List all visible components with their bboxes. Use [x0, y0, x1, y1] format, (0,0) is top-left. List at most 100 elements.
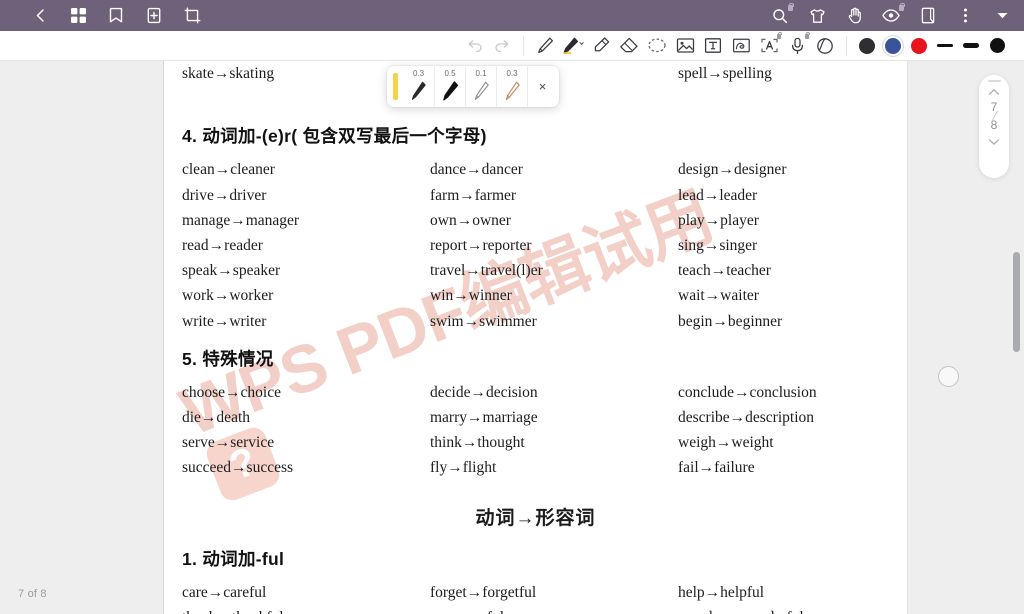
dropdown-caret-icon[interactable] [992, 6, 1012, 26]
vertical-scrollbar-thumb[interactable] [1013, 252, 1020, 352]
text-row: read→reader report→reporter sing→singer [182, 233, 889, 258]
insert-image-tool[interactable] [671, 33, 699, 59]
term-pair: wait→waiter [678, 287, 759, 305]
term-pair: die→death [182, 409, 251, 427]
vertical-scrollbar-track[interactable] [1013, 61, 1022, 614]
line-width-thick-button[interactable] [984, 33, 1010, 59]
lock-badge-icon [788, 2, 794, 11]
lock-badge-icon [805, 31, 810, 39]
toolbar-divider-2 [846, 35, 847, 56]
undo-button[interactable] [460, 33, 488, 59]
top-toolbar-right-group [770, 2, 1024, 26]
stamp-tool[interactable] [811, 33, 839, 59]
term-pair: speak→speaker [182, 262, 281, 280]
add-page-icon[interactable] [144, 6, 164, 26]
pen-palette-popup: 0.3 0.5 0.1 0.3 × [387, 66, 559, 107]
hand-tool-icon[interactable] [844, 6, 864, 26]
line-width-medium-preview [963, 43, 979, 48]
text-row: manage→manager own→owner play→player [182, 208, 889, 233]
pen-preset-1-icon [411, 81, 426, 100]
page-navigator: 7 8 [979, 75, 1009, 178]
highlighter-tool[interactable] [559, 33, 587, 59]
pen-tool[interactable] [531, 33, 559, 59]
term-pair: play→player [678, 211, 759, 229]
term-pair: sing→singer [678, 237, 758, 255]
top-toolbar [0, 0, 1024, 31]
section-heading-5: 5. 特殊情况 [182, 348, 274, 369]
crop-icon[interactable] [182, 6, 202, 26]
term-pair: lead→leader [678, 186, 758, 204]
line-width-thin-button[interactable] [932, 33, 958, 59]
nav-grip-handle[interactable] [987, 80, 1001, 82]
term-pair: own→owner [430, 211, 511, 229]
text-row: work→worker win→winner wait→waiter [182, 283, 889, 308]
pen-palette-close-button[interactable]: × [527, 66, 557, 107]
term-pair: think→thought [430, 434, 525, 452]
page-layout-icon[interactable] [918, 6, 938, 26]
color-red-button[interactable] [906, 33, 932, 59]
ocr-text-tool[interactable] [755, 31, 783, 59]
pen-preset-2[interactable]: 0.5 [434, 66, 465, 107]
pen-preset-4-icon [505, 81, 520, 100]
shirt-theme-icon[interactable] [807, 6, 827, 26]
text-row: write→writer swim→swimmer begin→beginner [182, 309, 889, 334]
text-row: die→death marry→marriage describe→descri… [182, 405, 889, 430]
term-pair: read→reader [182, 237, 263, 255]
term-pair: work→worker [182, 287, 274, 305]
pen-preset-1[interactable]: 0.3 [403, 66, 434, 107]
term-pair: report→reporter [430, 237, 532, 255]
term-pair: help→helpful [678, 583, 765, 601]
text-row: succeed→success fly→flight fail→failure [182, 455, 889, 480]
term-pair: use→useful [430, 605, 678, 614]
term-pair: marry→marriage [430, 409, 538, 427]
document-viewport[interactable]: WPS PDF编辑试用 ? skate→skating spell→spelli… [164, 61, 1024, 614]
term-pair: farm→farmer [430, 186, 517, 204]
grid-thumbnails-icon[interactable] [68, 6, 88, 26]
pen-preset-4[interactable]: 0.3 [496, 66, 527, 107]
text-row: thank→thankful use→useful wonder→wonderf… [182, 605, 889, 614]
color-black-button[interactable] [854, 33, 880, 59]
pen-preset-1-size: 0.3 [412, 69, 425, 78]
marker-tool[interactable] [587, 33, 615, 59]
color-red-swatch [911, 37, 927, 54]
term-pair: describe→description [678, 409, 815, 427]
lasso-select-tool[interactable] [643, 33, 671, 59]
pen-preset-3[interactable]: 0.1 [465, 66, 496, 107]
line-width-medium-button[interactable] [958, 33, 984, 59]
more-menu-icon[interactable] [955, 6, 975, 26]
term-pair: succeed→success [182, 459, 294, 477]
document-title: 动词→形容词 [475, 507, 596, 529]
page-up-icon[interactable] [988, 87, 1000, 100]
term-pair: fail→failure [678, 459, 755, 477]
term-pair: swim→swimmer [430, 312, 537, 330]
redo-button[interactable] [488, 33, 516, 59]
color-blue-button[interactable] [880, 33, 906, 59]
term-pair: dance→dancer [430, 161, 523, 179]
eraser-tool[interactable] [615, 33, 643, 59]
voice-note-tool[interactable] [783, 31, 811, 59]
annotation-toolbar [0, 31, 1024, 61]
term-pair: travel→travel(l)er [430, 262, 543, 280]
pen-preset-3-icon [474, 81, 489, 100]
pen-preset-4-size: 0.3 [506, 69, 518, 78]
pdf-reader-app: 7 of 8 WPS PDF编辑试用 ? skate→skating spell… [0, 0, 1024, 614]
term-pair: write→writer [182, 312, 267, 330]
page-down-icon[interactable] [988, 137, 1000, 150]
back-icon[interactable] [30, 6, 50, 26]
shape-tool[interactable] [727, 33, 755, 59]
text-row: serve→service think→thought weigh→weight [182, 430, 889, 455]
toolbar-divider [523, 35, 524, 56]
term-pair: win→winner [430, 287, 512, 305]
search-icon[interactable] [770, 2, 794, 26]
term-pair: teach→teacher [678, 262, 771, 280]
eye-view-icon[interactable] [881, 2, 905, 26]
text-box-tool[interactable] [699, 33, 727, 59]
line-width-thick-preview [989, 38, 1005, 53]
text-row: clean→cleaner dance→dancer design→design… [182, 157, 889, 182]
lock-badge-icon [777, 31, 782, 39]
pen-preset-3-size: 0.1 [475, 69, 487, 78]
bookmark-icon[interactable] [106, 6, 126, 26]
term-pair: thank→thankful [182, 605, 430, 614]
lock-badge-icon [899, 2, 905, 11]
term-pair: wonder→wonderful [678, 605, 907, 614]
